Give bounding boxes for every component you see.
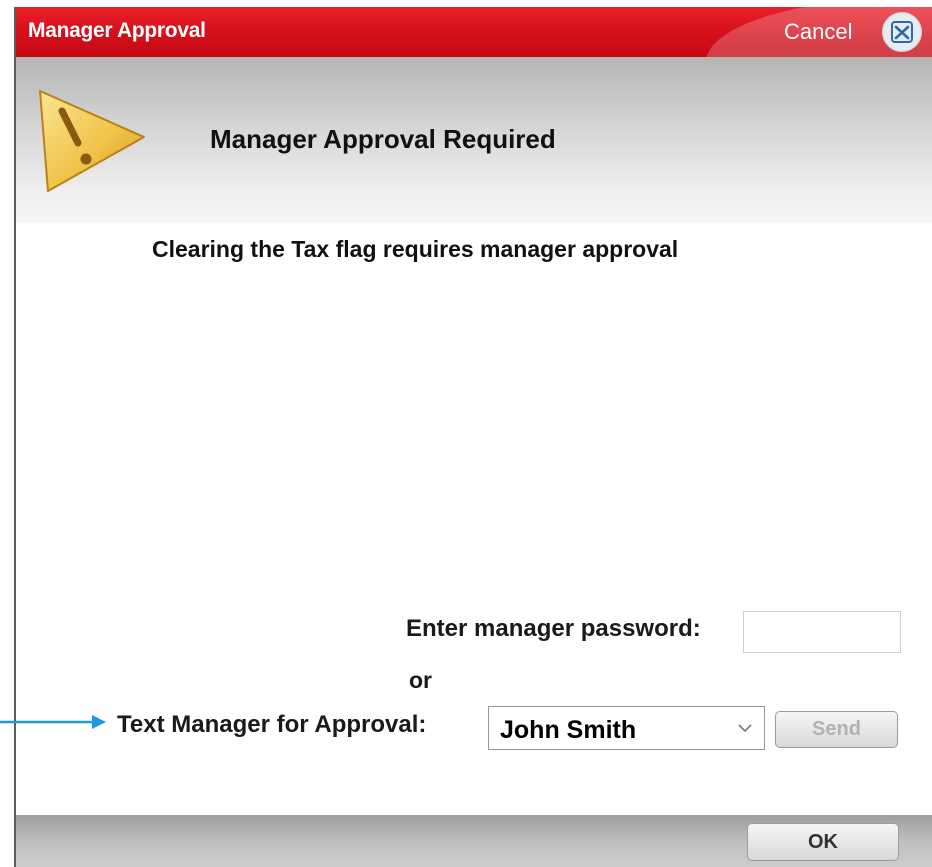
dialog-title: Manager Approval <box>28 19 206 42</box>
chevron-down-icon <box>738 724 752 733</box>
manager-password-field[interactable] <box>743 611 901 653</box>
approval-message: Clearing the Tax flag requires manager a… <box>152 236 679 262</box>
send-button[interactable]: Send <box>775 711 898 748</box>
manager-select-value: John Smith <box>500 716 637 744</box>
warning-icon <box>39 90 145 192</box>
annotation-arrow <box>0 715 106 729</box>
password-label: Enter manager password: <box>406 615 701 642</box>
dialog-header: Manager Approval Required <box>16 57 932 223</box>
title-bar: Manager Approval Cancel <box>16 7 932 57</box>
text-manager-label: Text Manager for Approval: <box>117 711 427 738</box>
page-title: Manager Approval Required <box>210 124 556 154</box>
cancel-button[interactable]: Cancel <box>784 19 852 45</box>
or-label: or <box>409 667 432 693</box>
manager-approval-dialog: Manager Approval Cancel Manager Approval… <box>14 7 932 867</box>
ok-button[interactable]: OK <box>747 823 899 861</box>
close-icon-glyph <box>891 21 913 43</box>
close-icon[interactable] <box>882 12 922 52</box>
manager-select[interactable]: John Smith <box>488 706 765 750</box>
